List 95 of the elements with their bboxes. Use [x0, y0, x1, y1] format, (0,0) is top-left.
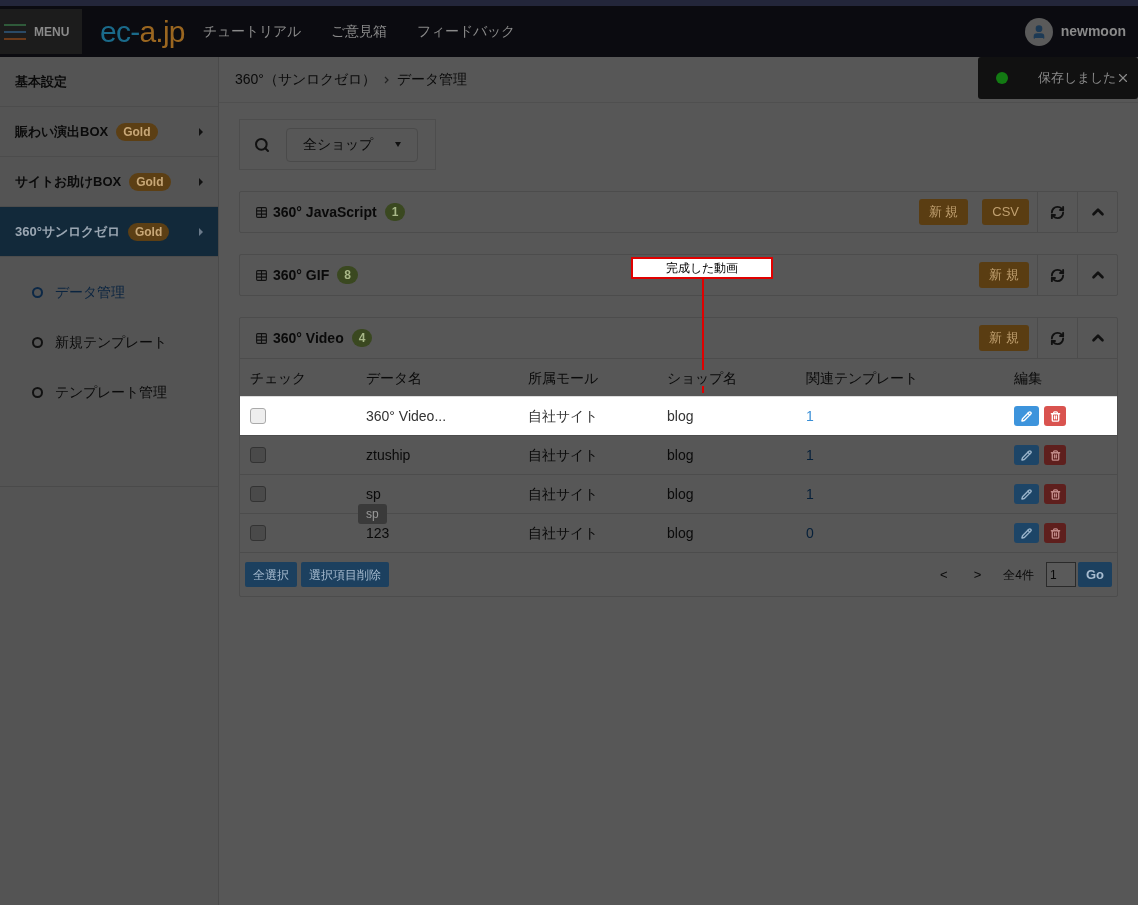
pencil-icon: [1021, 410, 1032, 422]
plan-badge: Gold: [129, 172, 171, 191]
total-count: 全4件: [1003, 566, 1034, 584]
delete-button[interactable]: [1044, 406, 1066, 426]
username[interactable]: newmoon: [1060, 21, 1126, 42]
template-link[interactable]: 1: [806, 486, 814, 502]
count-badge: 4: [351, 329, 373, 347]
sidebar-item[interactable]: 360°サンロクゼロ Gold: [0, 207, 218, 257]
column-header: 関連テンプレート: [806, 369, 918, 386]
caret-icon: [199, 227, 203, 236]
pencil-icon: [1021, 488, 1032, 500]
tooltip: sp: [358, 504, 387, 524]
menu-button[interactable]: MENU: [0, 9, 82, 54]
table-cell: ztuship: [366, 447, 411, 463]
table-cell: blog: [667, 447, 694, 463]
toast-message: 保存しました: [1038, 69, 1116, 88]
plan-badge: Gold: [127, 222, 170, 241]
checkbox[interactable]: [250, 525, 266, 541]
shop-select[interactable]: 全ショップ: [286, 127, 418, 162]
table-cell: 123: [366, 525, 390, 541]
caret-icon: [199, 177, 203, 186]
search-icon[interactable]: [254, 136, 270, 153]
panel-button[interactable]: 新 規: [979, 262, 1029, 288]
table-cell: 自社サイト: [528, 525, 598, 541]
nav-link[interactable]: ご意見箱: [330, 21, 387, 42]
table-cell: blog: [667, 525, 694, 541]
next-page-link[interactable]: >: [973, 564, 982, 585]
delete-button[interactable]: [1044, 445, 1066, 465]
table-cell: 自社サイト: [528, 486, 598, 502]
pencil-icon: [1021, 527, 1032, 539]
column-header: 所属モール: [528, 369, 598, 386]
sidebar-item[interactable]: 基本設定: [0, 57, 218, 107]
panel-button[interactable]: CSV: [982, 199, 1029, 225]
prev-page-link[interactable]: <: [940, 564, 948, 585]
panel-title: 360° JavaScript: [273, 202, 377, 222]
footer-button[interactable]: 選択項目削除: [301, 562, 389, 587]
plan-badge: Gold: [116, 122, 158, 141]
count-badge: 1: [384, 203, 406, 221]
refresh-icon: [1050, 204, 1065, 220]
trash-icon: [1049, 410, 1061, 422]
breadcrumb-item: データ管理: [396, 70, 467, 89]
checkbox[interactable]: [250, 486, 266, 502]
table-cell: blog: [667, 486, 694, 502]
template-link[interactable]: 0: [806, 525, 814, 541]
trash-icon: [1049, 527, 1061, 539]
page-input[interactable]: 1: [1045, 562, 1076, 587]
table-cell: 自社サイト: [528, 447, 598, 463]
refresh-icon: [1050, 330, 1065, 346]
menu-icon: [4, 21, 26, 42]
template-link[interactable]: 1: [806, 447, 814, 463]
panel-title: 360° GIF: [273, 265, 330, 285]
edit-button[interactable]: [1014, 406, 1039, 426]
go-button[interactable]: Go: [1077, 562, 1112, 587]
trash-icon: [1049, 449, 1061, 461]
footer-button[interactable]: 全選択: [245, 562, 297, 587]
table-icon: [255, 268, 268, 282]
breadcrumb-item[interactable]: 360°（サンロクゼロ）: [235, 69, 376, 90]
table-icon: [255, 331, 268, 345]
table-icon: [255, 205, 268, 219]
count-badge: 8: [337, 266, 358, 284]
edit-button[interactable]: [1014, 445, 1039, 465]
logo[interactable]: ec-a.jp: [100, 16, 185, 47]
column-header: チェック: [250, 369, 306, 386]
checkbox[interactable]: [250, 408, 266, 424]
pencil-icon: [1021, 449, 1032, 461]
panel-title: 360° Video: [273, 328, 344, 348]
column-header: ショップ名: [667, 369, 737, 386]
submenu-item[interactable]: 新規テンプレート: [0, 317, 218, 367]
table-cell: blog: [667, 408, 694, 424]
nav-link[interactable]: フィードバック: [416, 21, 515, 42]
callout: 完成した動画: [631, 257, 773, 279]
delete-button[interactable]: [1044, 523, 1066, 543]
submenu-item[interactable]: テンプレート管理: [0, 367, 218, 417]
column-header: データ名: [366, 369, 422, 386]
panel-button[interactable]: 新 規: [918, 199, 969, 225]
chevron-icon: [383, 75, 389, 84]
refresh-icon: [1050, 267, 1065, 283]
checkbox[interactable]: [250, 447, 266, 463]
close-icon[interactable]: [1116, 71, 1130, 85]
table-cell: 360° Video...: [366, 408, 447, 424]
nav-link[interactable]: チュートリアル: [202, 21, 301, 42]
column-header: 編集: [1014, 369, 1042, 386]
submenu-item[interactable]: データ管理: [0, 267, 218, 317]
avatar-icon[interactable]: [1024, 17, 1053, 46]
caret-icon: [199, 127, 203, 136]
table-cell: 自社サイト: [528, 408, 598, 424]
template-link[interactable]: 1: [806, 408, 814, 424]
trash-icon: [1049, 488, 1061, 500]
edit-button[interactable]: [1014, 484, 1039, 504]
delete-button[interactable]: [1044, 484, 1066, 504]
caret-icon: [395, 142, 401, 147]
table-cell: sp: [366, 486, 381, 502]
edit-button[interactable]: [1014, 523, 1039, 543]
sidebar-item[interactable]: 賑わい演出BOX Gold: [0, 107, 218, 157]
panel-button[interactable]: 新 規: [979, 325, 1029, 351]
